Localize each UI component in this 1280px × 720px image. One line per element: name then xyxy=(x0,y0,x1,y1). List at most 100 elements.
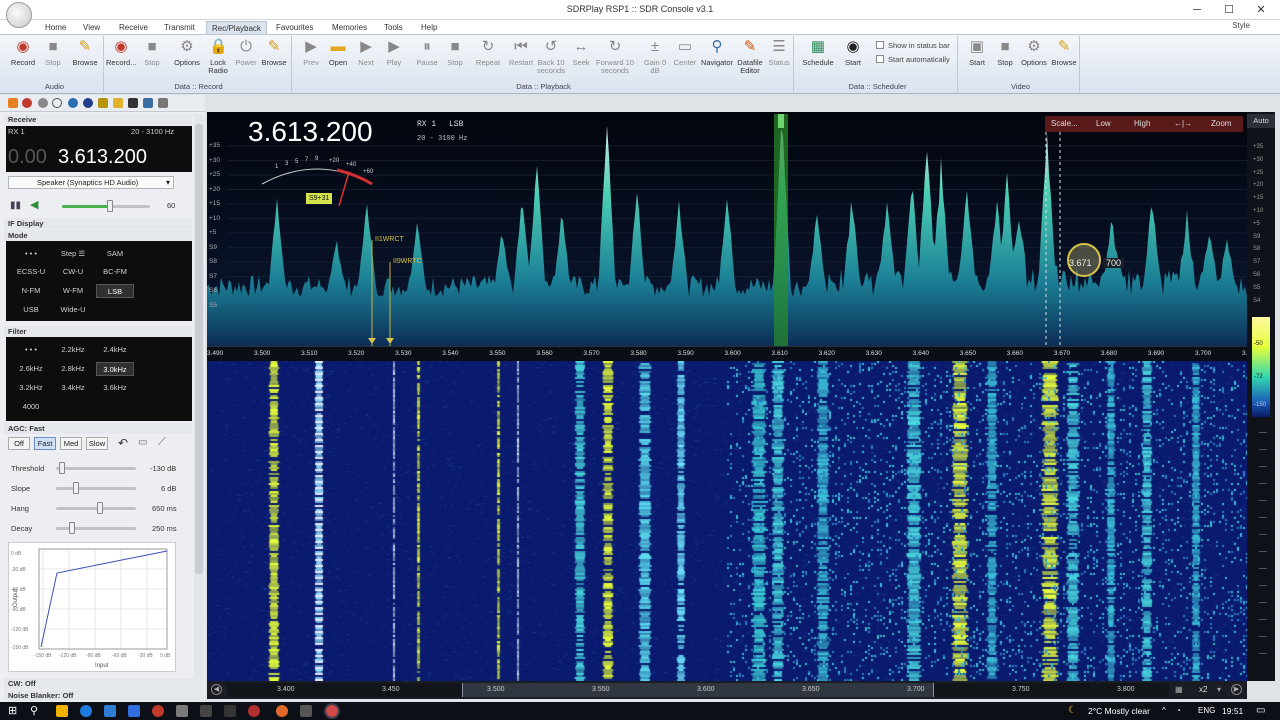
rx-passband[interactable] xyxy=(774,114,788,346)
marker-label-1[interactable]: II1WRCT xyxy=(375,236,404,243)
chevron-down-icon[interactable]: ▾ xyxy=(1217,685,1221,694)
globe-icon[interactable] xyxy=(68,98,78,108)
video-start-button[interactable]: ▣ Start xyxy=(962,38,992,67)
tab-rec-playback[interactable]: Rec/Playback xyxy=(206,21,267,34)
hang-slider-thumb[interactable] xyxy=(97,502,103,514)
person-icon[interactable] xyxy=(143,98,153,108)
cw-status[interactable]: CW: Off xyxy=(4,678,204,689)
prev-button[interactable]: ▶ Prev xyxy=(296,38,326,67)
outlook-icon[interactable] xyxy=(104,705,116,717)
data-record-button[interactable]: ◉ Record... xyxy=(106,38,136,67)
gain-button[interactable]: ± Gain 0 dB xyxy=(640,38,670,75)
agc-fast-button[interactable]: Fast xyxy=(34,437,56,450)
tab-view[interactable]: View xyxy=(83,21,100,34)
left-panel-scrollbar-thumb[interactable] xyxy=(195,124,203,574)
tray-chevron-icon[interactable]: ^ xyxy=(1162,706,1166,715)
slope-slider[interactable] xyxy=(56,487,136,490)
scheduler-start-button[interactable]: ◉ Start xyxy=(838,38,868,67)
data-browse-button[interactable]: ✎ Browse xyxy=(259,38,289,67)
mode-more-button[interactable]: • • • xyxy=(12,247,50,261)
app-icon[interactable] xyxy=(224,705,236,717)
span-button[interactable]: ←|→ xyxy=(1174,119,1192,128)
speaker-icon[interactable]: ◀ xyxy=(30,198,38,211)
maximize-button[interactable]: ☐ xyxy=(1212,0,1246,20)
tools-icon[interactable] xyxy=(158,98,168,108)
high-button[interactable]: High xyxy=(1134,119,1150,128)
vfo-frequency[interactable]: 3.613.200 xyxy=(58,146,147,169)
mode-lsb-button[interactable]: LSB xyxy=(96,284,134,298)
mode-sam-button[interactable]: SAM xyxy=(96,247,134,261)
video-stop-button[interactable]: ■ Stop xyxy=(990,38,1020,67)
app-icon[interactable] xyxy=(300,705,312,717)
frequency-axis[interactable]: 3.490 3.500 3.510 3.520 3.530 3.540 3.550 3.560… xyxy=(207,346,1258,361)
rx-passband-handle[interactable] xyxy=(778,114,784,128)
threshold-slider-thumb[interactable] xyxy=(59,462,66,474)
firefox-icon[interactable] xyxy=(276,705,288,717)
left-panel-scrollbar[interactable] xyxy=(194,114,204,679)
app-icon[interactable] xyxy=(200,705,212,717)
power-button[interactable]: ⏻ Power xyxy=(231,38,261,67)
record-icon[interactable] xyxy=(22,98,32,108)
video-browse-button[interactable]: ✎ Browse xyxy=(1049,38,1079,67)
agc-med-button[interactable]: Med xyxy=(60,437,82,450)
spectrum-frequency[interactable]: 3.613.200 xyxy=(248,116,373,148)
audio-stop-button[interactable]: ■ Stop xyxy=(38,38,68,67)
mode-bc-fm-button[interactable]: BC-FM xyxy=(96,265,134,279)
mode-ecss-u-button[interactable]: ECSS-U xyxy=(12,265,50,279)
slope-slider-thumb[interactable] xyxy=(73,482,79,494)
volume-slider-thumb[interactable] xyxy=(107,200,114,212)
audio-record-button[interactable]: ◉ Record xyxy=(8,38,38,67)
camera-icon[interactable] xyxy=(128,98,138,108)
filter-more-button[interactable]: • • • xyxy=(12,343,50,357)
audio-browse-button[interactable]: ✎ Browse xyxy=(70,38,100,67)
tab-home[interactable]: Home xyxy=(45,21,66,34)
back-10-button[interactable]: ↺ Back 10 seconds xyxy=(536,38,566,75)
next-button[interactable]: ▶ Next xyxy=(351,38,381,67)
mode-n-fm-button[interactable]: N-FM xyxy=(12,284,50,298)
window-icon[interactable]: ▭ xyxy=(138,437,147,448)
pause-button[interactable]: ⏸ Pause xyxy=(412,38,442,67)
keyboard-icon[interactable]: ▦ xyxy=(1175,685,1183,694)
mode-step-button[interactable]: Step ☰ xyxy=(54,247,92,261)
lock-radio-button[interactable]: 🔒 Lock Radio xyxy=(203,38,233,75)
filter-2-8khz-button[interactable]: 2.8kHz xyxy=(54,362,92,376)
filter-3-0khz-button[interactable]: 3.0kHz xyxy=(96,362,134,376)
language-indicator[interactable]: ENG xyxy=(1198,706,1215,715)
tab-receive[interactable]: Receive xyxy=(119,21,148,34)
stop-icon[interactable] xyxy=(38,98,48,108)
status-button[interactable]: ☰ Status xyxy=(764,38,794,67)
filter-3-2khz-button[interactable]: 3.2kHz xyxy=(12,381,50,395)
style-menu[interactable]: Style xyxy=(1232,21,1250,30)
target-icon[interactable] xyxy=(83,98,93,108)
filter-3-4khz-button[interactable]: 3.4kHz xyxy=(54,381,92,395)
file-explorer-icon[interactable] xyxy=(56,705,68,717)
seek-button[interactable]: ↔ Seek xyxy=(566,38,596,67)
video-options-button[interactable]: ⚙ Options xyxy=(1019,38,1049,67)
overview-zoom[interactable]: x2 xyxy=(1199,685,1207,694)
minimize-button[interactable]: ─ xyxy=(1180,0,1214,20)
app-icon[interactable] xyxy=(152,705,164,717)
tab-help[interactable]: Help xyxy=(421,21,437,34)
zoom-button[interactable]: Zoom xyxy=(1211,119,1231,128)
scroll-left-icon[interactable]: ◀ xyxy=(211,684,222,695)
weather-text[interactable]: 2°C Mostly clear xyxy=(1088,706,1150,716)
tab-tools[interactable]: Tools xyxy=(384,21,403,34)
auto-button[interactable]: Auto xyxy=(1247,114,1275,128)
store-icon[interactable] xyxy=(128,705,140,717)
home-icon[interactable] xyxy=(8,98,18,108)
filter-header[interactable]: Filter xyxy=(4,326,192,337)
schedule-button[interactable]: ▦ Schedule xyxy=(802,38,834,67)
open-button[interactable]: ▬ Open xyxy=(323,38,353,67)
center-button[interactable]: ▭ Center xyxy=(670,38,700,67)
navigator-button[interactable]: ⚲ Navigator xyxy=(699,38,735,67)
scroll-right-icon[interactable]: ▶ xyxy=(1231,684,1242,695)
repeat-button[interactable]: ↻ Repeat xyxy=(473,38,503,67)
mode-header[interactable]: Mode xyxy=(4,230,192,241)
play-button[interactable]: ▶ Play xyxy=(379,38,409,67)
overview-bar[interactable]: ◀ 3.400 3.450 3.500 3.550 3.600 3.650 3.700 3.7… xyxy=(207,681,1247,699)
tab-transmit[interactable]: Transmit xyxy=(164,21,195,34)
data-options-button[interactable]: ⚙ Options xyxy=(172,38,202,67)
app-icon[interactable] xyxy=(248,705,260,717)
mode-cw-u-button[interactable]: CW-U xyxy=(54,265,92,279)
playback-stop-button[interactable]: ■ Stop xyxy=(440,38,470,67)
